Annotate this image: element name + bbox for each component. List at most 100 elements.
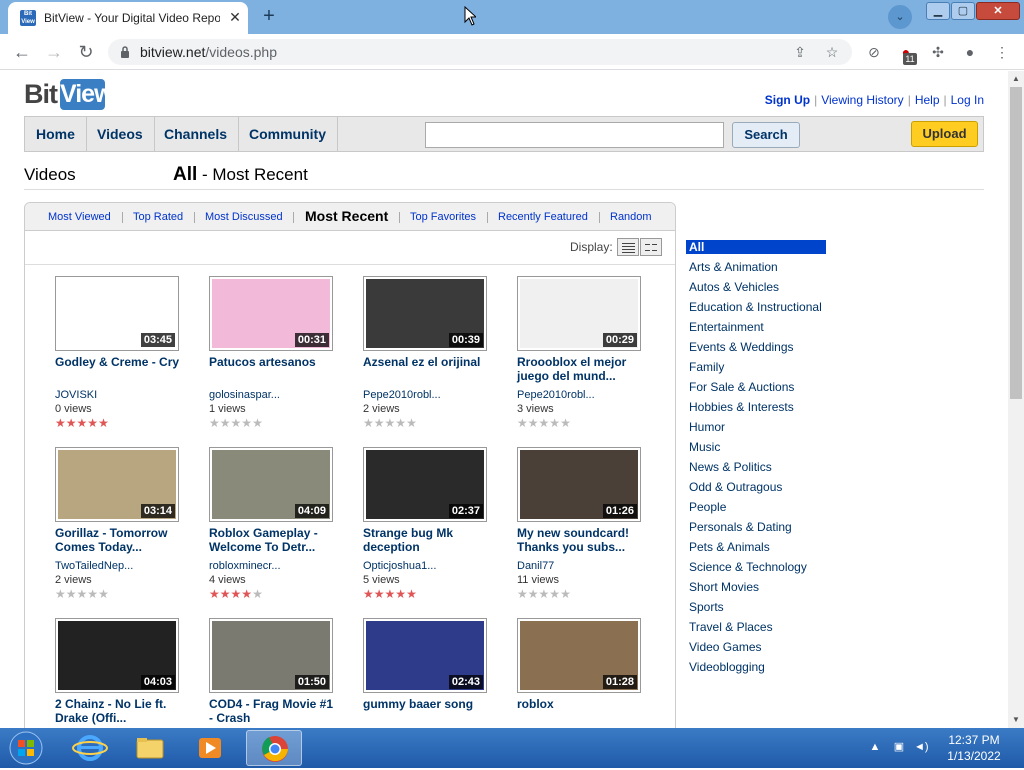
file-explorer-icon[interactable] [122, 730, 178, 766]
category-people[interactable]: People [686, 500, 826, 514]
video-thumbnail[interactable]: 01:50 [209, 618, 333, 693]
category-events-weddings[interactable]: Events & Weddings [686, 340, 826, 354]
log-in-link[interactable]: Log In [951, 93, 984, 107]
share-icon[interactable]: ⇪ [790, 42, 810, 62]
search-button[interactable]: Search [732, 122, 800, 148]
windows-start-icon[interactable] [4, 730, 48, 766]
video-uploader-link[interactable]: Pepe2010robl... [363, 389, 493, 401]
video-title-link[interactable]: Azsenal ez el orijinal [363, 355, 493, 369]
category-videoblogging[interactable]: Videoblogging [686, 660, 826, 674]
video-thumbnail[interactable]: 04:03 [55, 618, 179, 693]
sort-most-recent[interactable]: Most Recent [305, 208, 388, 224]
list-view-icon[interactable] [617, 238, 639, 256]
video-title-link[interactable]: Gorillaz - Tomorrow Comes Today... [55, 526, 185, 554]
nav-home[interactable]: Home [25, 117, 87, 151]
sort-most-viewed[interactable]: Most Viewed [48, 211, 111, 223]
category-autos-vehicles[interactable]: Autos & Vehicles [686, 280, 826, 294]
category-video-games[interactable]: Video Games [686, 640, 826, 654]
upload-button[interactable]: Upload [911, 121, 978, 147]
tab-search-button[interactable]: ⌄ [888, 5, 912, 29]
category-humor[interactable]: Humor [686, 420, 826, 434]
video-thumbnail[interactable]: 03:14 [55, 447, 179, 522]
video-uploader-link[interactable]: Danil77 [517, 560, 647, 572]
video-thumbnail[interactable]: 02:37 [363, 447, 487, 522]
minimize-button[interactable]: ▁ [926, 2, 950, 20]
scroll-down-icon[interactable]: ▼ [1008, 712, 1024, 728]
category-odd-outragous[interactable]: Odd & Outragous [686, 480, 826, 494]
browser-tab[interactable]: Bit View BitView - Your Digital Video Rep… [8, 2, 248, 34]
video-title-link[interactable]: Patucos artesanos [209, 355, 339, 369]
video-thumbnail[interactable]: 01:28 [517, 618, 641, 693]
sort-top-favorites[interactable]: Top Favorites [410, 211, 476, 223]
sort-top-rated[interactable]: Top Rated [133, 211, 183, 223]
scrollbar-thumb[interactable] [1010, 87, 1022, 399]
category-music[interactable]: Music [686, 440, 826, 454]
video-title-link[interactable]: roblox [517, 697, 647, 711]
category-family[interactable]: Family [686, 360, 826, 374]
video-uploader-link[interactable]: robloxminecr... [209, 560, 339, 572]
video-uploader-link[interactable]: TwoTailedNep... [55, 560, 185, 572]
video-uploader-link[interactable]: Pepe2010robl... [517, 389, 647, 401]
page-scrollbar[interactable]: ▲ ▼ [1008, 71, 1024, 728]
maximize-button[interactable]: ▢ [951, 2, 975, 20]
video-thumbnail[interactable]: 01:26 [517, 447, 641, 522]
category-travel-places[interactable]: Travel & Places [686, 620, 826, 634]
video-uploader-link[interactable]: golosinaspar... [209, 389, 339, 401]
address-bar[interactable]: bitview.net/videos.php ⇪ ☆ [108, 39, 852, 65]
video-uploader-link[interactable]: JOVISKI [55, 389, 185, 401]
video-title-link[interactable]: Rroooblox el mejor juego del mund... [517, 355, 647, 383]
profile-avatar-icon[interactable]: ● [960, 42, 980, 62]
volume-icon[interactable]: ◄) [914, 740, 929, 754]
video-title-link[interactable]: COD4 - Frag Movie #1 - Crash [209, 697, 339, 725]
extensions-puzzle-icon[interactable]: ✣ [928, 42, 948, 62]
category-news-politics[interactable]: News & Politics [686, 460, 826, 474]
chrome-taskbar-icon[interactable] [246, 730, 302, 766]
video-title-link[interactable]: gummy baaer song [363, 697, 493, 711]
video-thumbnail[interactable]: 03:45 [55, 276, 179, 351]
bookmark-star-icon[interactable]: ☆ [822, 42, 842, 62]
category-science-technology[interactable]: Science & Technology [686, 560, 826, 574]
category-arts-animation[interactable]: Arts & Animation [686, 260, 826, 274]
video-thumbnail[interactable]: 02:43 [363, 618, 487, 693]
video-title-link[interactable]: Godley & Creme - Cry [55, 355, 185, 369]
help-link[interactable]: Help [915, 93, 940, 107]
close-tab-icon[interactable]: ✕ [226, 8, 244, 26]
category-pets-animals[interactable]: Pets & Animals [686, 540, 826, 554]
video-title-link[interactable]: Roblox Gameplay - Welcome To Detr... [209, 526, 339, 554]
video-thumbnail[interactable]: 00:31 [209, 276, 333, 351]
category-personals-dating[interactable]: Personals & Dating [686, 520, 826, 534]
viewing-history-link[interactable]: Viewing History [821, 93, 903, 107]
sign-up-link[interactable]: Sign Up [765, 93, 810, 107]
sort-recently-featured[interactable]: Recently Featured [498, 211, 588, 223]
video-thumbnail[interactable]: 00:29 [517, 276, 641, 351]
video-uploader-link[interactable]: Opticjoshua1... [363, 560, 493, 572]
sort-random[interactable]: Random [610, 211, 652, 223]
network-icon[interactable]: ▣ [892, 740, 906, 754]
internet-explorer-icon[interactable] [62, 730, 118, 766]
category-short-movies[interactable]: Short Movies [686, 580, 826, 594]
category-for-sale-auctions[interactable]: For Sale & Auctions [686, 380, 826, 394]
tray-expand-icon[interactable]: ▲ [868, 740, 882, 754]
nav-channels[interactable]: Channels [153, 117, 240, 151]
category-entertainment[interactable]: Entertainment [686, 320, 826, 334]
category-all[interactable]: All [686, 240, 826, 254]
browser-menu-icon[interactable]: ⋮ [992, 42, 1012, 62]
video-title-link[interactable]: Strange bug Mk deception [363, 526, 493, 554]
system-clock[interactable]: 12:37 PM 1/13/2022 [934, 732, 1014, 764]
nav-community[interactable]: Community [238, 117, 338, 151]
video-thumbnail[interactable]: 04:09 [209, 447, 333, 522]
category-hobbies-interests[interactable]: Hobbies & Interests [686, 400, 826, 414]
video-title-link[interactable]: 2 Chainz - No Lie ft. Drake (Offi... [55, 697, 185, 725]
reload-icon[interactable]: ↻ [74, 40, 98, 64]
category-education-instructional[interactable]: Education & Instructional [686, 300, 826, 314]
nav-videos[interactable]: Videos [86, 117, 155, 151]
video-thumbnail[interactable]: 00:39 [363, 276, 487, 351]
close-window-button[interactable]: ✕ [976, 2, 1020, 20]
search-input[interactable] [425, 122, 724, 148]
sort-most-discussed[interactable]: Most Discussed [205, 211, 283, 223]
new-tab-button[interactable]: + [256, 5, 282, 29]
video-title-link[interactable]: My new soundcard! Thanks you subs... [517, 526, 647, 554]
forward-arrow-icon[interactable]: → [42, 40, 66, 64]
grid-view-icon[interactable] [640, 238, 662, 256]
category-sports[interactable]: Sports [686, 600, 826, 614]
